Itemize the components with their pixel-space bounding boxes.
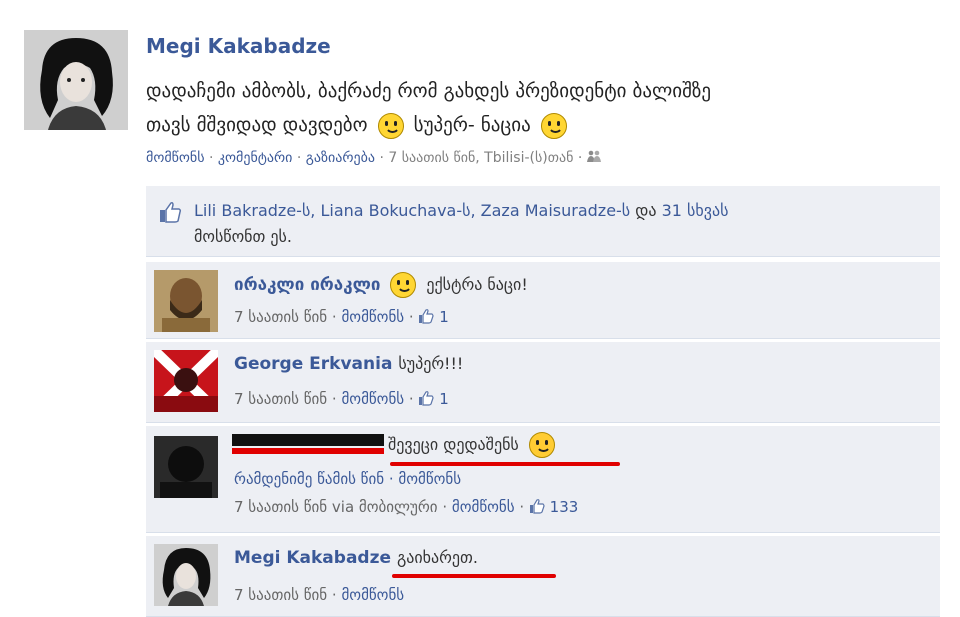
likers-names[interactable]: Lili Bakradze-ს, Liana Bokuchava-ს, Zaza…	[194, 201, 630, 220]
comment-text: გაიხარეთ.	[396, 548, 478, 567]
separator: ·	[379, 150, 384, 166]
commenter-avatar[interactable]	[154, 436, 218, 498]
redacted-underline	[232, 448, 384, 454]
smiley-icon	[377, 112, 404, 139]
audience-icon[interactable]	[586, 150, 601, 166]
commenter-avatar[interactable]	[154, 544, 218, 606]
comment-meta: 7 საათის წინ via მობილური · მომწონს · 13…	[234, 498, 579, 516]
post-author-name[interactable]: Megi Kakabadze	[146, 34, 331, 58]
commenter-name-link[interactable]: Megi Kakabadze	[234, 548, 391, 568]
comment-text: შევეცი დედაშენს	[388, 435, 519, 454]
separator: ·	[296, 150, 302, 166]
angry-face-icon	[528, 432, 555, 458]
smiley-icon	[390, 272, 417, 298]
thumbs-up-icon	[158, 200, 182, 224]
comment-meta: 7 საათის წინ · მომწონს · 1	[234, 390, 449, 408]
separator: ·	[577, 150, 583, 166]
comment-item: Megi Kakabadze გაიხარეთ. 7 საათის წინ · …	[146, 536, 940, 617]
comment-text: ექსტრა ნაცი!	[426, 275, 528, 294]
red-underline	[392, 574, 556, 578]
post-text-line1: დადაჩემი ამბობს, ბაქრაძე რომ გახდეს პრეზ…	[146, 80, 712, 102]
post-text-line2b: სუპერ- ნაცია	[413, 114, 531, 136]
like-link[interactable]: მომწონს	[146, 150, 205, 166]
comment-like-count[interactable]: 1	[439, 308, 449, 326]
red-underline	[390, 462, 620, 466]
comment-item: ირაკლი ირაკლი ექსტრა ნაცი! 7 საათის წინ …	[146, 262, 940, 339]
comment-like-count[interactable]: 133	[550, 498, 579, 516]
likes-others-link[interactable]: 31 სხვას	[662, 201, 729, 220]
likes-and: და	[635, 201, 657, 220]
commenter-name-link[interactable]: George Erkvania	[234, 354, 392, 374]
comment-link[interactable]: კომენტარი	[218, 150, 293, 166]
comment-time[interactable]: 7 საათის წინ	[234, 390, 327, 408]
comment-sub-meta: რამდენიმე წამის წინ · მომწონს	[234, 470, 462, 488]
commenter-name: Megi Kakabadze გაიხარეთ.	[234, 548, 478, 568]
commenter-avatar[interactable]	[154, 350, 218, 412]
comment-item: George Erkvania სუპერ!!! 7 საათის წინ · …	[146, 342, 940, 423]
author-avatar[interactable]	[24, 30, 128, 130]
comment-time[interactable]: 7 საათის წინ via მობილური	[234, 498, 438, 516]
comment-meta: 7 საათის წინ · მომწონს · 1	[234, 308, 449, 326]
post-text-line2a: თავს მშვიდად დავდებო	[146, 114, 368, 136]
post-message: დადაჩემი ამბობს, ბაქრაძე რომ გახდეს პრეზ…	[146, 74, 926, 142]
likes-text: Lili Bakradze-ს, Liana Bokuchava-ს, Zaza…	[194, 198, 924, 250]
comment-like-link[interactable]: მომწონს	[341, 586, 404, 604]
comment-like-count[interactable]: 1	[439, 390, 449, 408]
likes-summary: Lili Bakradze-ს, Liana Bokuchava-ს, Zaza…	[146, 186, 940, 257]
comment-time[interactable]: 7 საათის წინ	[234, 308, 327, 326]
commenter-name: შევეცი დედაშენს	[388, 432, 559, 458]
post-timestamp[interactable]: 7 საათის წინ, Tbilisi-(ს)თან	[388, 150, 573, 166]
commenter-name: ირაკლი ირაკლი ექსტრა ნაცი!	[234, 272, 528, 298]
smiley-icon	[540, 112, 567, 139]
commenter-name: George Erkvania სუპერ!!!	[234, 354, 463, 374]
thumbs-up-icon	[529, 498, 545, 514]
redacted-name-bar	[232, 434, 384, 446]
comment-meta: 7 საათის წინ · მომწონს	[234, 586, 405, 604]
comment-like-link[interactable]: მომწონს	[341, 308, 404, 326]
feedback-area: Lili Bakradze-ს, Liana Bokuchava-ს, Zaza…	[146, 186, 940, 617]
comment-like-link[interactable]: მომწონს	[452, 498, 515, 516]
comment-text: სუპერ!!!	[398, 354, 464, 373]
share-link[interactable]: გაზიარება	[306, 150, 375, 166]
comment-like-link[interactable]: მომწონს	[341, 390, 404, 408]
likes-tail: მოსწონთ ეს.	[194, 227, 292, 246]
commenter-name-link[interactable]: ირაკლი ირაკლი	[234, 275, 380, 295]
post-actions: მომწონს · კომენტარი · გაზიარება · 7 საათ…	[146, 150, 601, 166]
comment-item: შევეცი დედაშენს რამდენიმე წამის წინ · მო…	[146, 426, 940, 533]
thumbs-up-icon	[418, 390, 435, 406]
comment-time[interactable]: 7 საათის წინ	[234, 586, 327, 604]
thumbs-up-icon	[418, 308, 435, 324]
separator: ·	[208, 150, 214, 166]
commenter-avatar[interactable]	[154, 270, 218, 332]
